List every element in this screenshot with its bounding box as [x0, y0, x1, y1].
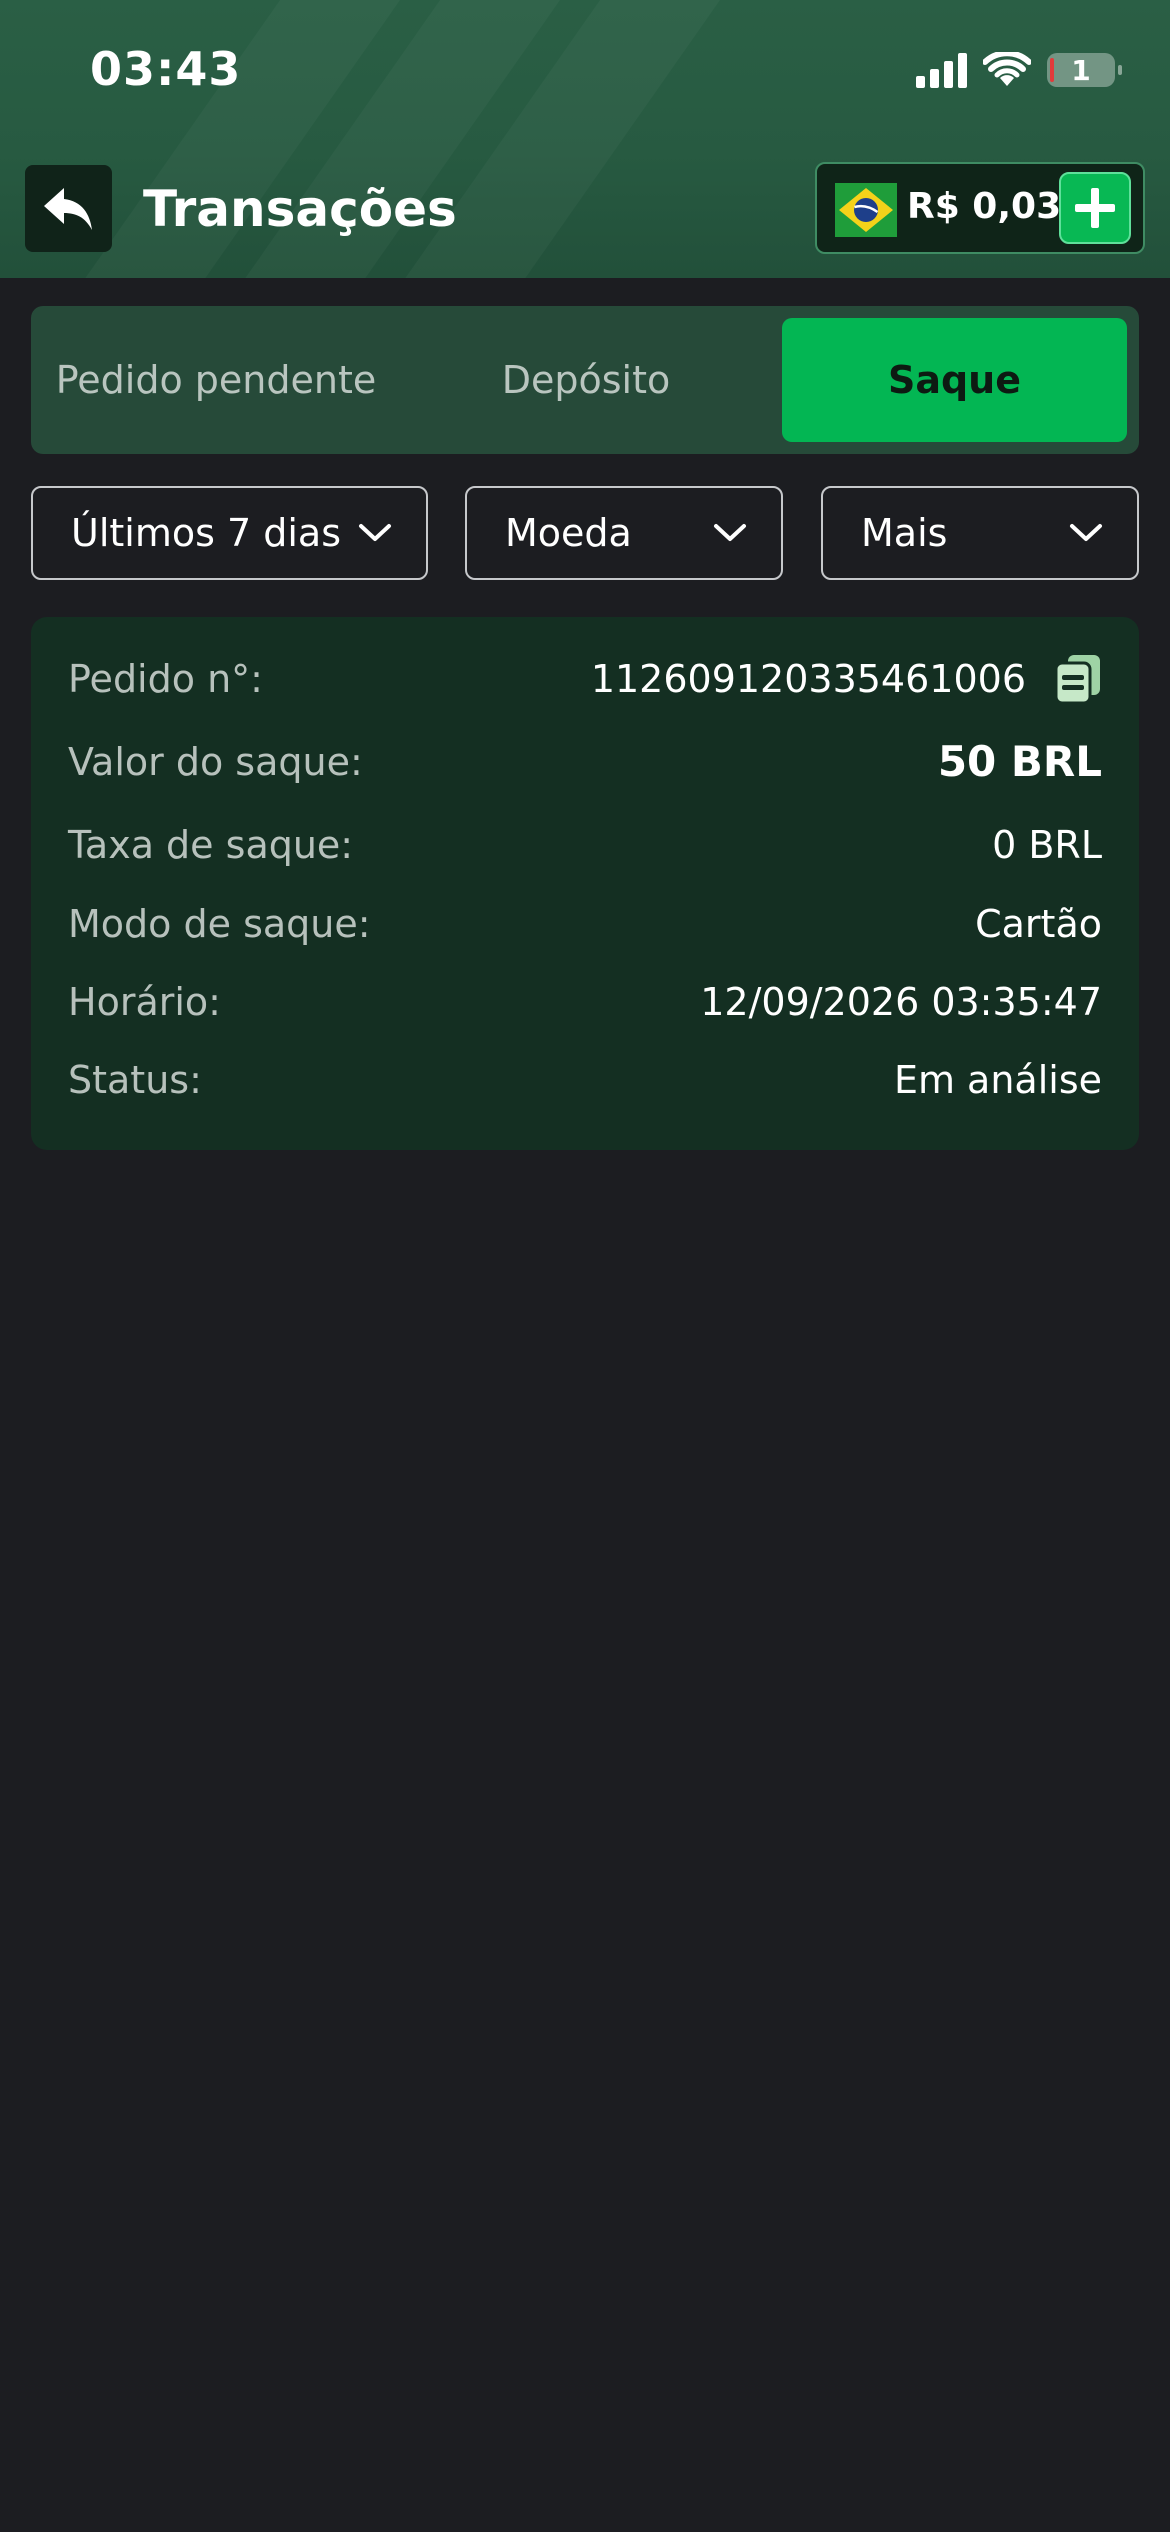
withdraw-amount-value: 50 BRL — [937, 737, 1102, 786]
withdraw-mode-label: Modo de saque: — [68, 902, 371, 946]
currency-filter-dropdown[interactable]: Moeda — [465, 486, 783, 580]
tab-withdraw[interactable]: Saque — [782, 318, 1127, 442]
app-header: 03:43 1 Transações R$ 0,03 — [0, 0, 1170, 278]
order-number-label: Pedido n°: — [68, 657, 263, 701]
transaction-status-value: Em análise — [893, 1058, 1102, 1102]
order-number-value: 112609120335461006 — [590, 657, 1026, 701]
battery-icon: 1 — [1047, 53, 1122, 87]
period-filter-dropdown[interactable]: Últimos 7 dias — [31, 486, 428, 580]
transaction-type-tabs: Pedido pendente Depósito Saque — [31, 306, 1139, 454]
balance-amount: R$ 0,03 — [907, 186, 1062, 227]
copy-icon[interactable] — [1054, 653, 1102, 705]
back-button[interactable] — [25, 165, 112, 252]
transaction-status-label: Status: — [68, 1058, 202, 1102]
battery-level: 1 — [1071, 53, 1091, 87]
order-number-row: Pedido n°: 112609120335461006 — [68, 653, 1102, 705]
withdraw-fee-row: Taxa de saque: 0 BRL — [68, 823, 1102, 867]
withdraw-fee-label: Taxa de saque: — [68, 823, 354, 867]
transaction-time-row: Horário: 12/09/2026 03:35:47 — [68, 980, 1102, 1024]
withdraw-amount-label: Valor do saque: — [68, 739, 363, 784]
tab-deposit[interactable]: Depósito — [401, 318, 771, 442]
transaction-time-value: 12/09/2026 03:35:47 — [700, 980, 1102, 1024]
signal-icon — [916, 52, 967, 88]
currency-filter-label: Moeda — [505, 511, 632, 555]
more-filter-label: Mais — [861, 511, 948, 555]
balance-widget: R$ 0,03 — [815, 162, 1145, 254]
wifi-icon — [983, 52, 1031, 86]
status-bar-time: 03:43 — [90, 42, 242, 96]
plus-icon — [1075, 188, 1115, 228]
transaction-status-row: Status: Em análise — [68, 1058, 1102, 1102]
page-title: Transações — [143, 180, 457, 238]
tab-pending-order[interactable]: Pedido pendente — [31, 318, 401, 442]
order-number-value-group: 112609120335461006 — [591, 653, 1102, 705]
withdraw-amount-row: Valor do saque: 50 BRL — [68, 737, 1102, 786]
chevron-down-icon — [1070, 524, 1102, 541]
status-bar-icons: 1 — [916, 52, 1122, 88]
chevron-down-icon — [714, 524, 746, 541]
deposit-add-button[interactable] — [1059, 172, 1131, 244]
more-filter-dropdown[interactable]: Mais — [821, 486, 1139, 580]
withdraw-mode-row: Modo de saque: Cartão — [68, 902, 1102, 946]
withdraw-mode-value: Cartão — [975, 902, 1102, 946]
period-filter-label: Últimos 7 dias — [71, 511, 341, 555]
back-arrow-icon — [43, 187, 92, 230]
transaction-time-label: Horário: — [68, 980, 221, 1024]
withdraw-fee-value: 0 BRL — [992, 823, 1102, 867]
transaction-card: Pedido n°: 112609120335461006 Valor do s… — [31, 617, 1139, 1150]
brazil-flag-icon — [835, 183, 897, 237]
chevron-down-icon — [359, 524, 391, 541]
